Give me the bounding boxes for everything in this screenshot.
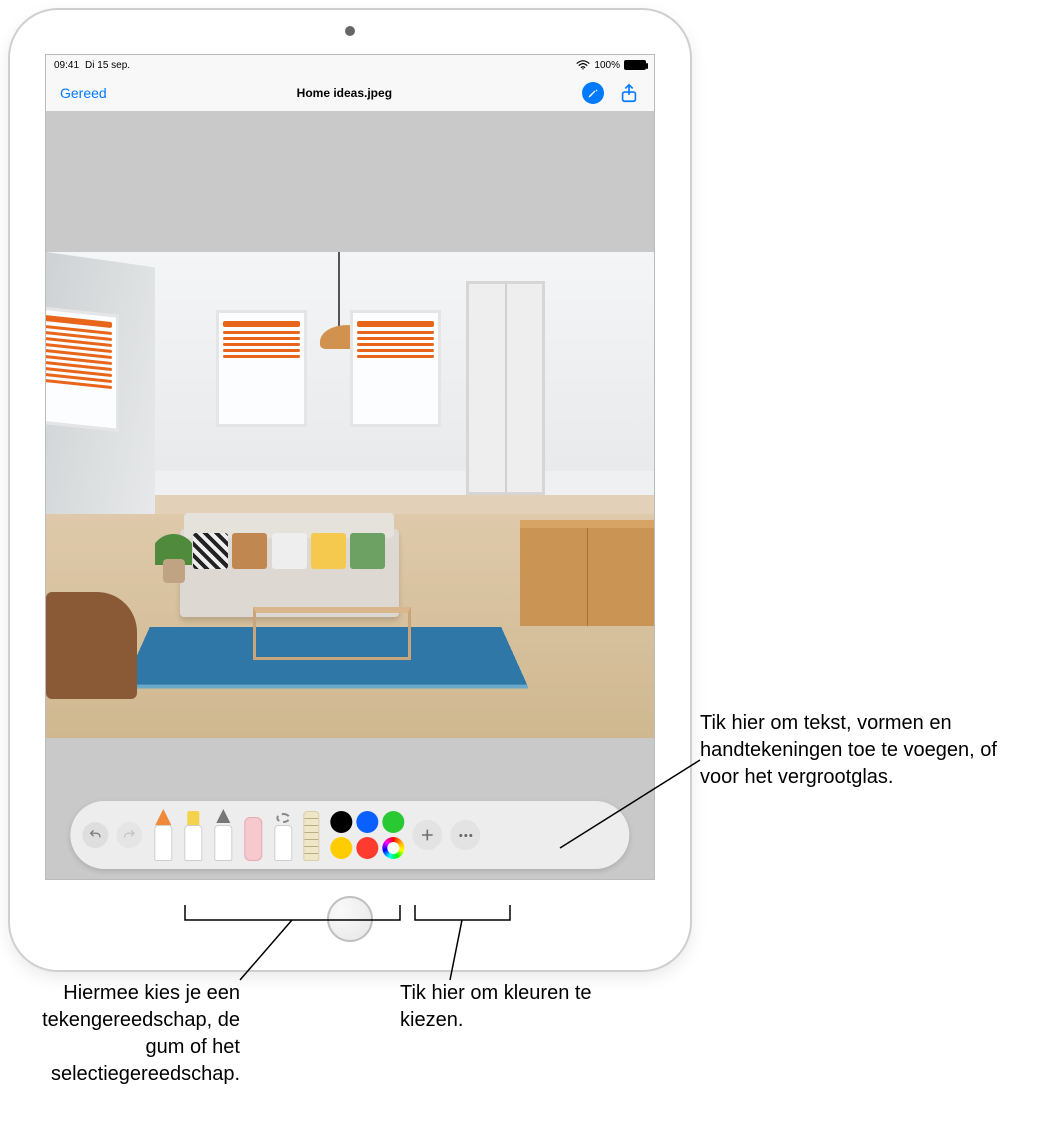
leader-lines [0,0,1040,1125]
